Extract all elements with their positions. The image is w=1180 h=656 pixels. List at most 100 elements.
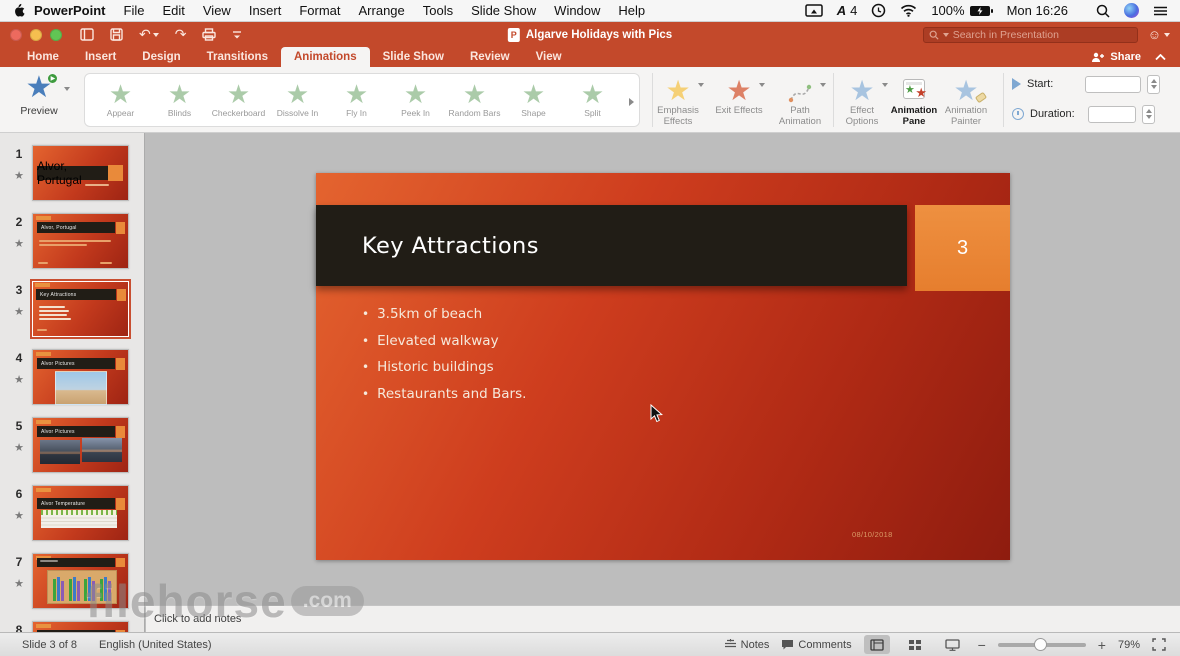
- duration-field[interactable]: [1088, 105, 1136, 123]
- animation-painter-button[interactable]: ★ Animation Painter: [938, 73, 994, 128]
- print-button[interactable]: [202, 28, 217, 41]
- toolbar-overflow-button[interactable]: [232, 30, 242, 40]
- gallery-item-peek-in[interactable]: ★ Peek In: [386, 82, 445, 119]
- zoom-slider[interactable]: [997, 637, 1086, 651]
- save-button[interactable]: [110, 28, 123, 41]
- slide-thumbnail-5[interactable]: Alvor Pictures: [32, 417, 129, 473]
- emphasis-effects-button[interactable]: ★ Emphasis Effects: [650, 73, 706, 128]
- menu-powerpoint[interactable]: PowerPoint: [25, 3, 115, 18]
- undo-dropdown-caret[interactable]: [152, 32, 159, 37]
- slide-thumbnail-3-selected[interactable]: Key Attractions: [30, 279, 131, 339]
- zoom-window-button[interactable]: [50, 28, 62, 41]
- path-animation-caret[interactable]: [820, 83, 826, 87]
- tab-transitions[interactable]: Transitions: [194, 47, 281, 67]
- tab-insert[interactable]: Insert: [72, 47, 129, 67]
- slide-number-box[interactable]: 3: [915, 205, 1010, 291]
- slide-thumbnail-panel: 1 ★ Alvor, Portugal 2 ★ Alvor, Portugal: [0, 133, 145, 632]
- notes-toggle-button[interactable]: Notes: [724, 639, 769, 651]
- zoom-out-button[interactable]: −: [978, 638, 986, 652]
- gallery-item-checkerboard[interactable]: ★ Checkerboard: [209, 82, 268, 119]
- slideshow-view-button[interactable]: [940, 635, 966, 654]
- menu-tools[interactable]: Tools: [414, 3, 462, 18]
- normal-view-button[interactable]: [863, 635, 890, 654]
- screen-mirroring-icon[interactable]: [804, 4, 823, 17]
- close-window-button[interactable]: [10, 28, 22, 41]
- notes-pane[interactable]: Click to add notes: [146, 605, 1180, 632]
- slide-canvas[interactable]: Key Attractions 3 3.5km of beach Elevate…: [316, 173, 1010, 560]
- menu-edit[interactable]: Edit: [153, 3, 193, 18]
- preview-dropdown-caret[interactable]: [64, 87, 70, 91]
- show-pane-button[interactable]: [80, 28, 94, 41]
- gallery-more-arrow[interactable]: [629, 98, 634, 106]
- comments-toggle-button[interactable]: Comments: [781, 639, 852, 651]
- menu-window[interactable]: Window: [545, 3, 609, 18]
- minimize-window-button[interactable]: [30, 28, 42, 41]
- animation-pane-button[interactable]: Animation Pane: [886, 73, 942, 128]
- gallery-item-blinds[interactable]: ★ Blinds: [150, 82, 209, 119]
- emphasis-caret[interactable]: [698, 83, 704, 87]
- slide-thumbnail-1[interactable]: Alvor, Portugal: [32, 145, 129, 201]
- menu-arrange[interactable]: Arrange: [350, 3, 414, 18]
- start-stepper[interactable]: [1147, 74, 1160, 94]
- feedback-caret[interactable]: [1164, 32, 1170, 37]
- app-status-badge[interactable]: A4: [837, 3, 858, 18]
- exit-caret[interactable]: [759, 83, 765, 87]
- slide-count-indicator[interactable]: Slide 3 of 8: [22, 639, 77, 651]
- apple-menu-icon[interactable]: [12, 2, 25, 20]
- menu-view[interactable]: View: [194, 3, 240, 18]
- zoom-level[interactable]: 79%: [1118, 639, 1140, 651]
- effect-options-button[interactable]: ★ Effect Options: [834, 73, 890, 128]
- menu-insert[interactable]: Insert: [240, 3, 291, 18]
- gallery-item-shape[interactable]: ★ Shape: [504, 82, 563, 119]
- undo-button[interactable]: ↶: [139, 28, 159, 42]
- gallery-item-appear[interactable]: ★ Appear: [91, 82, 150, 119]
- fit-slide-to-window-button[interactable]: [1152, 638, 1166, 651]
- feedback-smiley-button[interactable]: ☺: [1148, 28, 1170, 41]
- slide-number-text: 3: [956, 236, 969, 259]
- tab-animations[interactable]: Animations: [280, 47, 370, 67]
- search-input[interactable]: Search in Presentation: [922, 26, 1138, 43]
- tab-slide-show[interactable]: Slide Show: [370, 47, 457, 67]
- menubar-clock[interactable]: Mon 16:26: [1007, 3, 1068, 18]
- search-scope-caret[interactable]: [942, 32, 949, 37]
- menu-help[interactable]: Help: [609, 3, 654, 18]
- slide-thumbnail-8[interactable]: [32, 621, 129, 632]
- siri-icon[interactable]: [1124, 3, 1139, 18]
- title-bar: ↶ ↷ P Algarve Holidays with Pics Search …: [0, 22, 1180, 47]
- preview-button[interactable]: ★ ▶ Preview: [8, 73, 70, 117]
- tab-review[interactable]: Review: [457, 47, 523, 67]
- tab-home[interactable]: Home: [14, 47, 72, 67]
- redo-button[interactable]: ↷: [175, 28, 187, 42]
- spotlight-search-icon[interactable]: [1096, 4, 1110, 18]
- tab-view[interactable]: View: [523, 47, 575, 67]
- tab-design[interactable]: Design: [129, 47, 193, 67]
- gallery-item-dissolve-in[interactable]: ★ Dissolve In: [268, 82, 327, 119]
- slide-thumbnail-4[interactable]: Alvor Pictures: [32, 349, 129, 405]
- menu-slide-show[interactable]: Slide Show: [462, 3, 545, 18]
- zoom-in-button[interactable]: +: [1098, 638, 1106, 652]
- slide-thumbnail-6[interactable]: Alvor Temperature: [32, 485, 129, 541]
- collapse-ribbon-button[interactable]: [1155, 54, 1166, 60]
- share-button[interactable]: Share: [1091, 51, 1141, 63]
- duration-stepper[interactable]: [1142, 104, 1155, 124]
- time-machine-icon[interactable]: [871, 3, 886, 18]
- slide-body-placeholder[interactable]: 3.5km of beach Elevated walkway Historic…: [362, 306, 526, 412]
- menu-format[interactable]: Format: [290, 3, 349, 18]
- gallery-item-random-bars[interactable]: ★ Random Bars: [445, 82, 504, 119]
- zoom-slider-knob[interactable]: [1033, 637, 1047, 651]
- slide-title-placeholder[interactable]: Key Attractions: [316, 205, 907, 286]
- slide-sorter-view-button[interactable]: [902, 635, 928, 654]
- path-animation-button[interactable]: Path Animation: [772, 73, 828, 128]
- gallery-item-split[interactable]: ★ Split: [563, 82, 622, 119]
- wifi-icon[interactable]: [900, 4, 917, 17]
- slide-thumbnail-2[interactable]: Alvor, Portugal: [32, 213, 129, 269]
- start-field[interactable]: [1085, 75, 1141, 93]
- slide-1-number: 1: [15, 147, 23, 161]
- menu-file[interactable]: File: [115, 3, 154, 18]
- exit-effects-button[interactable]: ★ Exit Effects: [711, 73, 767, 117]
- battery-status[interactable]: 100%: [931, 3, 993, 18]
- gallery-item-fly-in[interactable]: ★ Fly In: [327, 82, 386, 119]
- slide-thumbnail-7[interactable]: [32, 553, 129, 609]
- language-indicator[interactable]: English (United States): [99, 639, 212, 651]
- notification-center-icon[interactable]: [1153, 5, 1168, 17]
